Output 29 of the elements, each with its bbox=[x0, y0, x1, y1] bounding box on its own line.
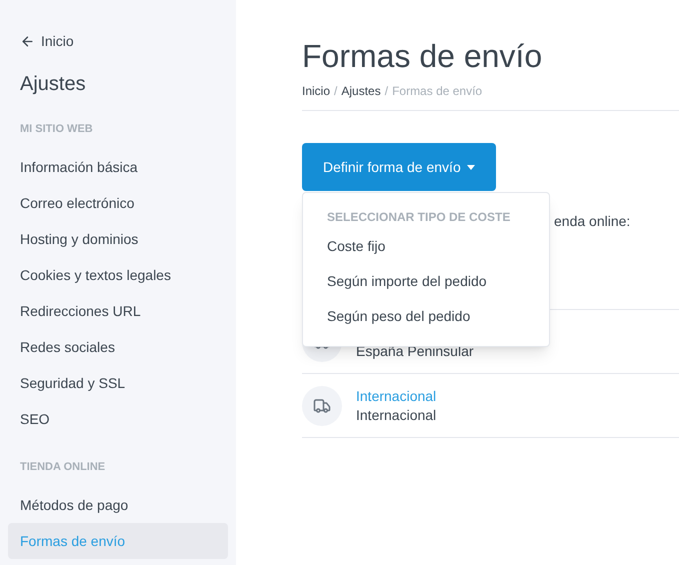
shipping-method-subtitle: Internacional bbox=[356, 406, 436, 424]
sidebar-item[interactable]: Información básica bbox=[8, 149, 228, 185]
breadcrumb-link[interactable]: Inicio bbox=[302, 82, 330, 100]
dropdown-item[interactable]: Según importe del pedido bbox=[303, 264, 549, 299]
dropdown-header: SELECCIONAR TIPO DE COSTE bbox=[326, 209, 512, 226]
sidebar-title: Ajustes bbox=[19, 72, 87, 97]
sidebar-item[interactable]: Redes sociales bbox=[8, 329, 228, 365]
sidebar-item[interactable]: Correo electrónico bbox=[8, 185, 228, 221]
sidebar-item[interactable]: Redirecciones URL bbox=[8, 293, 228, 329]
shipping-method-subtitle: España Peninsular bbox=[356, 342, 474, 361]
dropdown-item[interactable]: Coste fijo bbox=[303, 229, 549, 264]
sidebar-item[interactable]: SEO bbox=[8, 401, 228, 437]
sidebar-item[interactable]: Seguridad y SSL bbox=[8, 365, 228, 401]
breadcrumb-separator: / bbox=[384, 83, 388, 100]
page-title: Formas de envío bbox=[302, 37, 544, 76]
define-shipping-button[interactable]: Definir forma de envío bbox=[302, 143, 496, 191]
section-heading: TIENDA ONLINE bbox=[19, 460, 106, 475]
sidebar-item[interactable]: Métodos de pago bbox=[8, 487, 228, 523]
dropdown-item[interactable]: Según peso del pedido bbox=[303, 299, 549, 334]
breadcrumb-separator: / bbox=[334, 83, 338, 100]
truck-icon bbox=[313, 396, 331, 414]
sidebar-item[interactable]: Cookies y textos legales bbox=[8, 257, 228, 293]
breadcrumb-current: Formas de envío bbox=[392, 83, 482, 100]
sidebar-item[interactable]: Hosting y dominios bbox=[8, 221, 228, 257]
caret-icon bbox=[466, 164, 475, 170]
breadcrumb-link[interactable]: Ajustes bbox=[341, 82, 381, 100]
back-link[interactable]: Inicio bbox=[8, 31, 228, 52]
intro-text: enda online: bbox=[554, 212, 630, 231]
section-heading: MI SITIO WEB bbox=[19, 122, 94, 137]
